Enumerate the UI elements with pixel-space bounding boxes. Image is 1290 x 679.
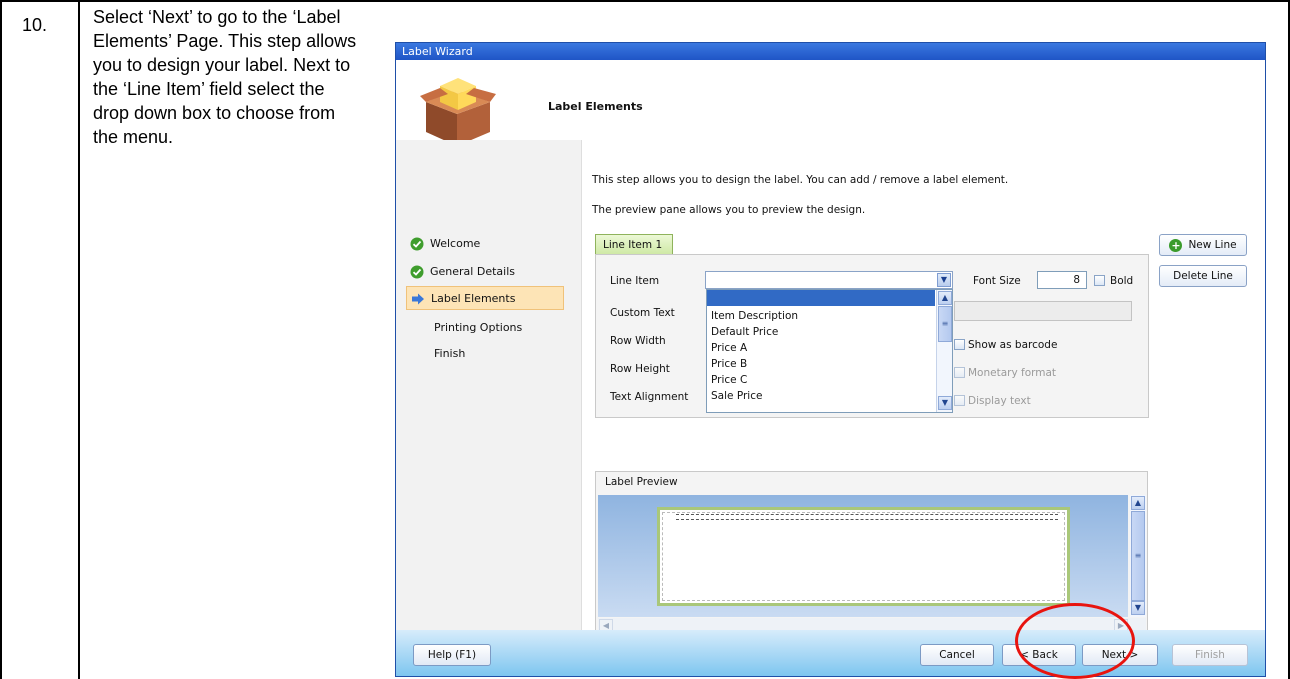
line-item-label: Line Item (610, 275, 660, 287)
dropdown-selected-option[interactable] (707, 290, 935, 306)
font-size-label: Font Size (973, 275, 1021, 287)
line-item-options-list[interactable]: Item Description Default Price Price A P… (706, 289, 953, 413)
show-as-barcode-checkbox[interactable] (954, 339, 965, 350)
dropdown-option-price-c[interactable]: Price C (711, 372, 747, 388)
label-row-placeholder (676, 514, 1058, 520)
monetary-format-label: Monetary format (968, 367, 1057, 379)
finish-button[interactable]: Finish (1172, 644, 1248, 666)
scroll-thumb[interactable]: ≡ (1131, 511, 1145, 601)
custom-text-label: Custom Text (610, 307, 675, 319)
scroll-up-icon[interactable]: ▲ (1131, 496, 1145, 510)
dropdown-option-price-a[interactable]: Price A (711, 340, 747, 356)
row-height-label: Row Height (610, 363, 670, 375)
font-size-input[interactable]: 8 (1037, 271, 1087, 289)
wizard-steps-sidebar: Welcome General Details Label Elements P… (396, 140, 582, 630)
label-wizard-window: Label Wizard Label Elements Welcome Gene… (395, 42, 1266, 677)
table-left-border (0, 0, 2, 679)
sidebar-item-finish[interactable]: Finish (406, 342, 564, 366)
preview-vertical-scrollbar[interactable]: ▲ ≡ ▼ (1130, 495, 1146, 617)
label-card-border (662, 512, 1065, 601)
bold-checkbox[interactable] (1094, 275, 1105, 286)
help-button[interactable]: Help (F1) (413, 644, 491, 666)
sidebar-item-label-elements[interactable]: Label Elements (406, 286, 564, 310)
sidebar-item-welcome[interactable]: Welcome (406, 232, 564, 256)
scroll-down-icon[interactable]: ▼ (1131, 601, 1145, 615)
intro-text: The preview pane allows you to preview t… (592, 204, 866, 216)
add-circle-icon: + (1169, 238, 1183, 252)
label-card (657, 507, 1070, 606)
label-preview-title: Label Preview (605, 476, 678, 488)
dropdown-option-price-b[interactable]: Price B (711, 356, 747, 372)
arrow-right-icon (412, 293, 424, 305)
text-alignment-label: Text Alignment (610, 391, 689, 403)
custom-text-input[interactable] (954, 301, 1132, 321)
display-text-label: Display text (968, 395, 1031, 407)
delete-line-button[interactable]: Delete Line (1159, 265, 1247, 287)
sidebar-item-label: General Details (430, 265, 515, 278)
step-instruction: Select ‘Next’ to go to the ‘Label Elemen… (93, 7, 357, 147)
check-icon (410, 265, 424, 279)
table-column-divider (78, 0, 80, 679)
sidebar-item-label: Finish (434, 347, 466, 360)
scroll-up-icon[interactable]: ▲ (938, 291, 952, 305)
dropdown-option-item-description[interactable]: Item Description (711, 308, 798, 324)
tab-line-item-1[interactable]: Line Item 1 (595, 234, 673, 254)
check-icon (410, 237, 424, 251)
sidebar-item-label: Label Elements (431, 292, 516, 305)
scroll-thumb[interactable]: ≡ (938, 306, 952, 342)
new-line-button[interactable]: + New Line (1159, 234, 1247, 256)
window-title: Label Wizard (396, 43, 1265, 60)
table-top-border (0, 0, 1290, 2)
intro-text: This step allows you to design the label… (592, 174, 1009, 186)
dropdown-scrollbar[interactable]: ▲ ≡ ▼ (936, 290, 952, 412)
chevron-down-icon[interactable]: ▼ (937, 273, 951, 287)
page-title: Label Elements (548, 100, 643, 113)
sidebar-item-general-details[interactable]: General Details (406, 260, 564, 284)
display-text-checkbox[interactable] (954, 395, 965, 406)
bold-label: Bold (1110, 275, 1134, 287)
next-button-highlight-circle (1015, 603, 1135, 679)
line-item-panel: Line Item Custom Text Row Width Row Heig… (595, 254, 1149, 418)
sidebar-item-label: Printing Options (434, 321, 523, 334)
show-as-barcode-label: Show as barcode (968, 339, 1058, 351)
label-preview-area (598, 495, 1128, 617)
sidebar-item-printing-options[interactable]: Printing Options (406, 316, 564, 340)
scroll-down-icon[interactable]: ▼ (938, 396, 952, 410)
dropdown-option-sale-price[interactable]: Sale Price (711, 388, 762, 404)
cancel-button[interactable]: Cancel (920, 644, 994, 666)
new-line-button-label: New Line (1188, 239, 1237, 251)
dropdown-option-default-price[interactable]: Default Price (711, 324, 778, 340)
wizard-content: This step allows you to design the label… (582, 140, 1265, 637)
row-width-label: Row Width (610, 335, 666, 347)
monetary-format-checkbox[interactable] (954, 367, 965, 378)
sidebar-item-label: Welcome (430, 237, 481, 250)
package-box-icon (420, 78, 496, 146)
line-item-dropdown[interactable]: ▼ (705, 271, 953, 289)
step-number: 10. (22, 15, 48, 35)
wizard-header: Label Elements (396, 60, 1265, 146)
